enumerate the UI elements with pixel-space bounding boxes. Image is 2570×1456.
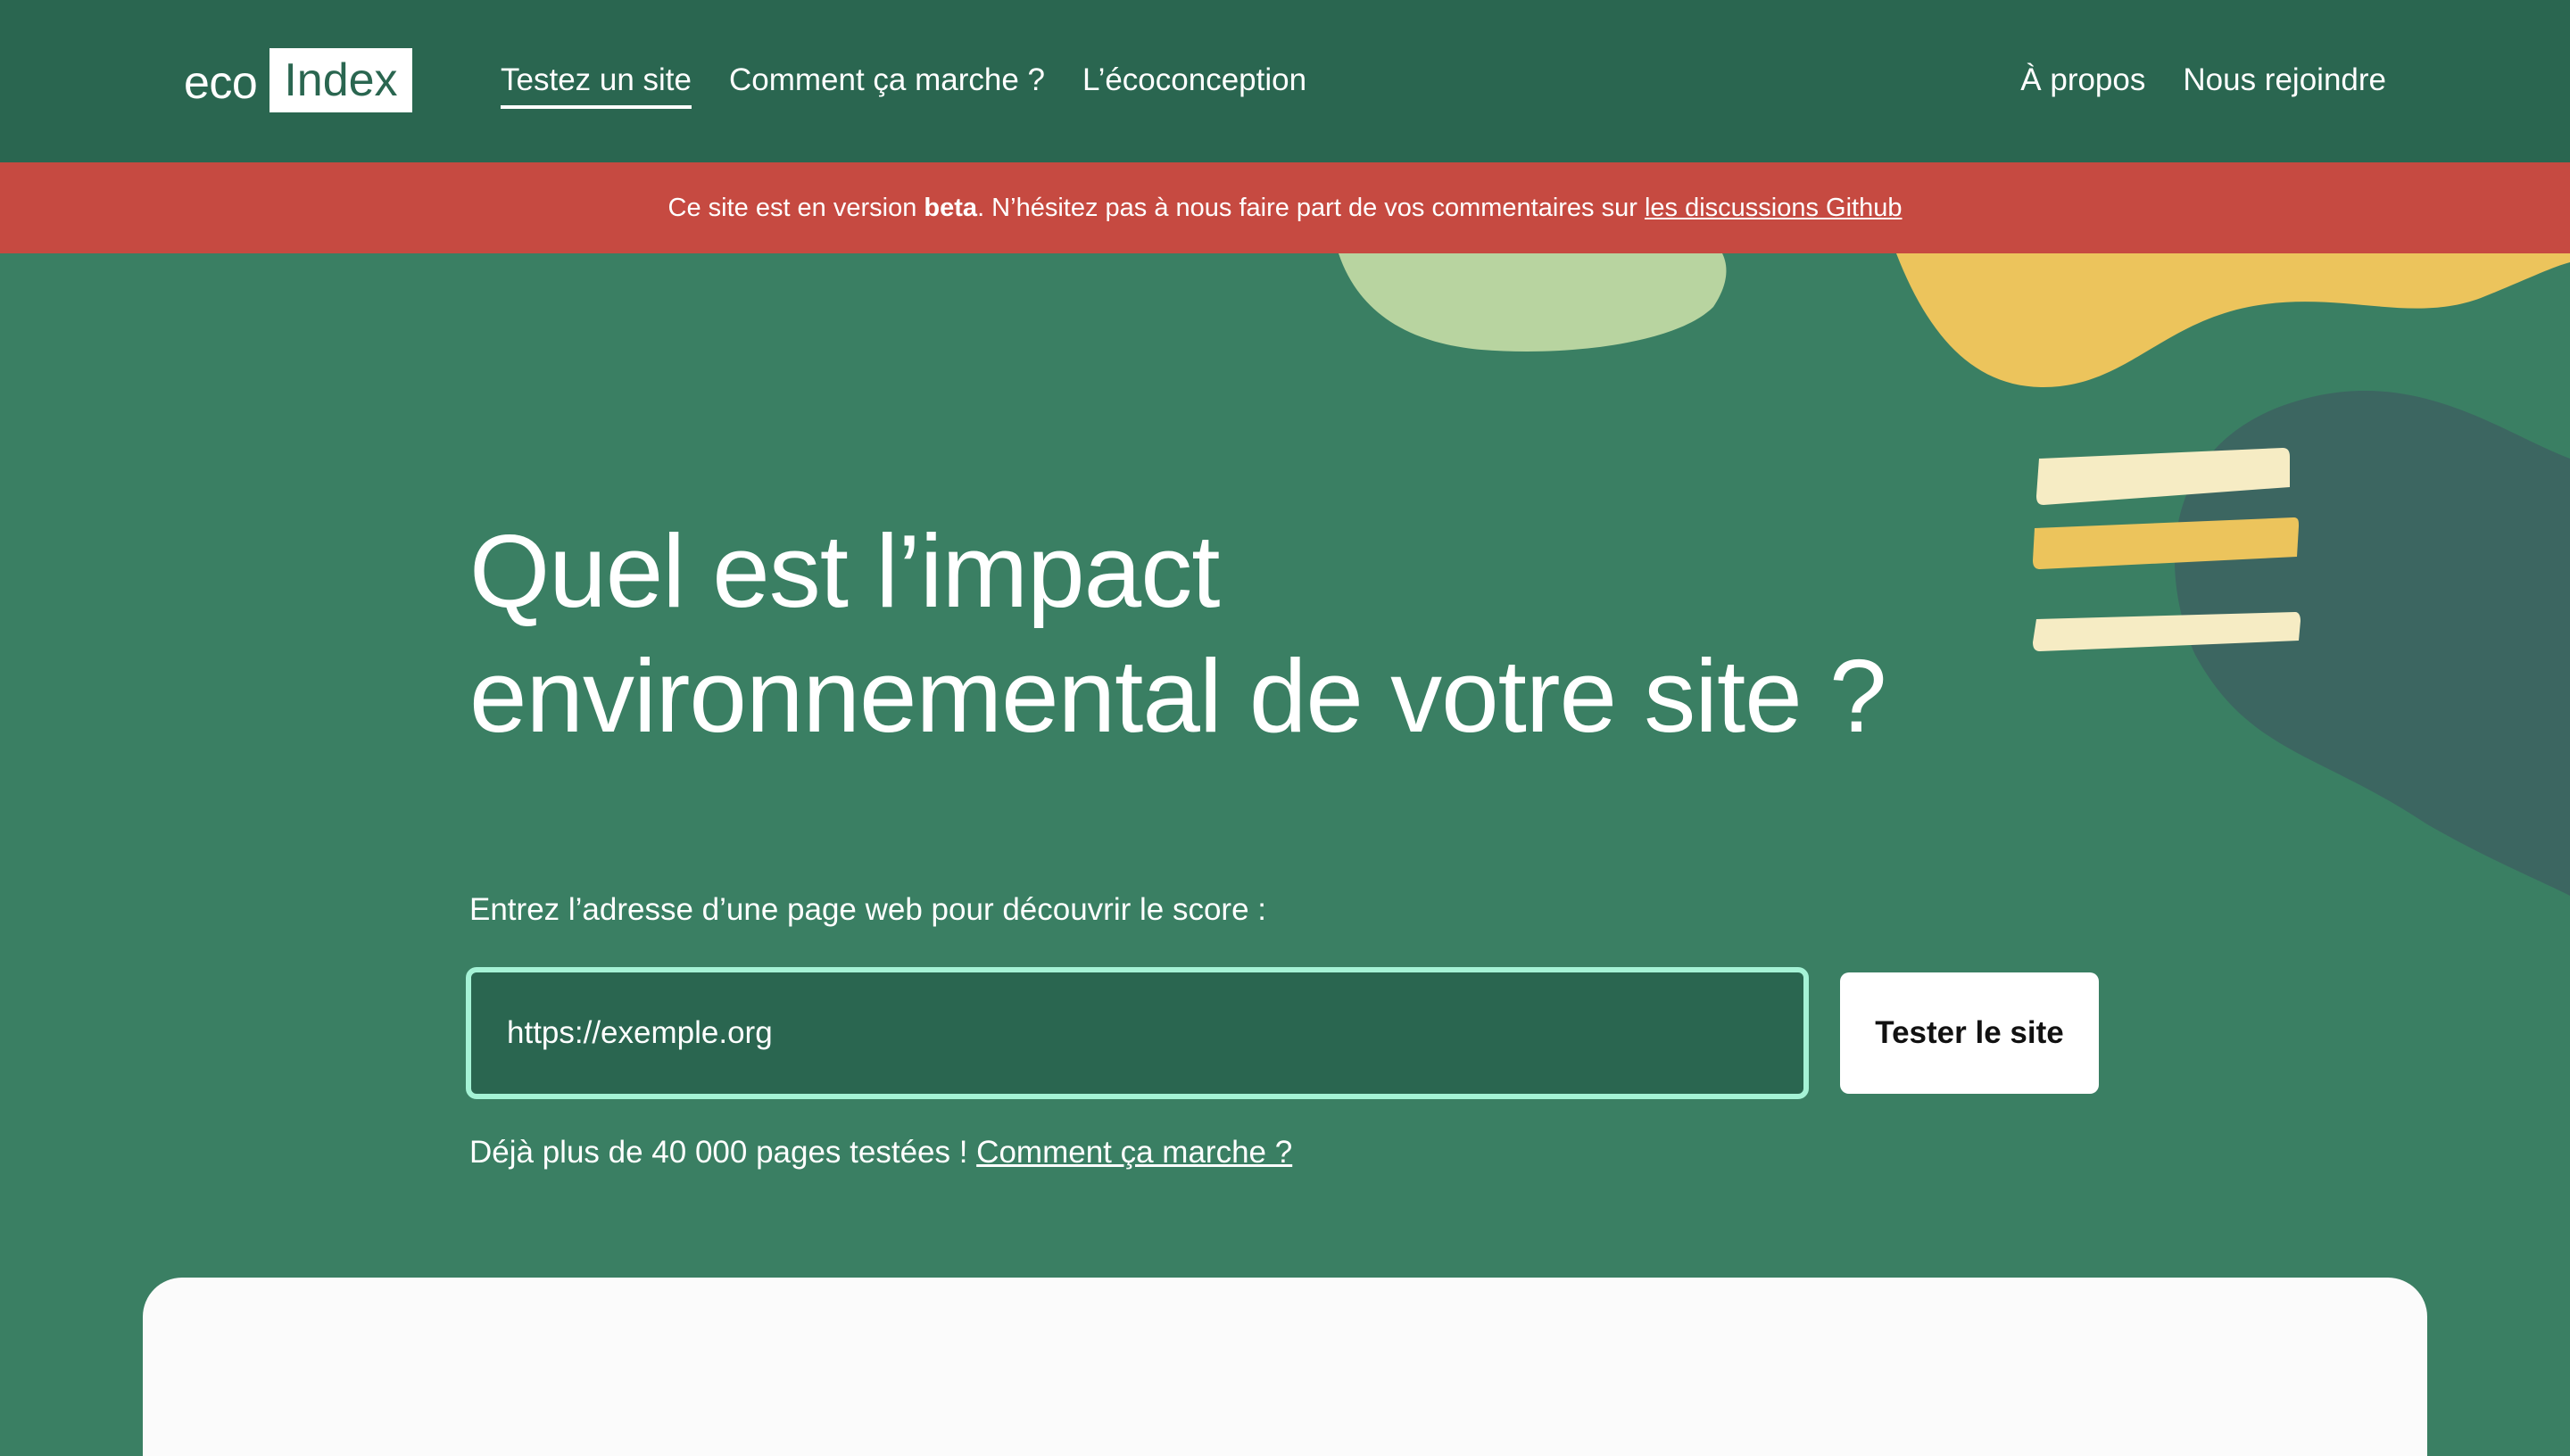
logo-eco-text: eco [184,57,258,109]
beta-banner: Ce site est en version beta. N’hésitez p… [0,162,2570,253]
nav-comment-ca-marche[interactable]: Comment ça marche ? [729,59,1045,102]
nav-ecoconception[interactable]: L’écoconception [1082,59,1306,102]
hero-title-line1: Quel est l’impact [469,513,1220,629]
stripe-middle-decoration [2033,517,2299,569]
nav-a-propos[interactable]: À propos [2020,59,2145,102]
stripe-bottom-decoration [2033,612,2301,651]
stats-text: Déjà plus de 40 000 pages testées ! [469,1135,977,1170]
site-header: eco Index Testez un site Comment ça marc… [0,0,2570,162]
github-discussions-link[interactable]: les discussions Github [1645,194,1903,222]
ecoindex-logo[interactable]: eco Index [184,48,412,112]
url-input-label: Entrez l’adresse d’une page web pour déc… [469,892,1266,927]
hero-title-line2: environnemental de votre site ? [469,638,1887,754]
content-card [143,1278,2427,1456]
stripe-top-decoration [2036,448,2290,505]
secondary-nav: À propos Nous rejoindre [2020,59,2386,102]
banner-text: Ce site est en version beta. N’hésitez p… [668,194,1903,223]
hero-title: Quel est l’impact environnemental de vot… [469,509,1986,758]
yellow-blob-decoration [1896,253,2570,387]
banner-text-after: . N’hésitez pas à nous faire part de vos… [977,193,1645,222]
pages-tested-stats: Déjà plus de 40 000 pages testées ! Comm… [469,1135,1292,1171]
comment-ca-marche-link[interactable]: Comment ça marche ? [976,1135,1292,1170]
banner-text-before: Ce site est en version [667,193,924,222]
nav-testez-un-site[interactable]: Testez un site [501,59,692,109]
tester-le-site-button[interactable]: Tester le site [1840,972,2099,1094]
dark-blob-decoration [2174,390,2570,896]
main-nav: Testez un site Comment ça marche ? L’éco… [501,59,1306,109]
url-input[interactable] [466,967,1809,1099]
logo-index-text: Index [269,48,412,112]
banner-beta-bold: beta [924,193,978,222]
nav-nous-rejoindre[interactable]: Nous rejoindre [2183,59,2386,102]
green-blob-decoration [1339,253,1727,352]
